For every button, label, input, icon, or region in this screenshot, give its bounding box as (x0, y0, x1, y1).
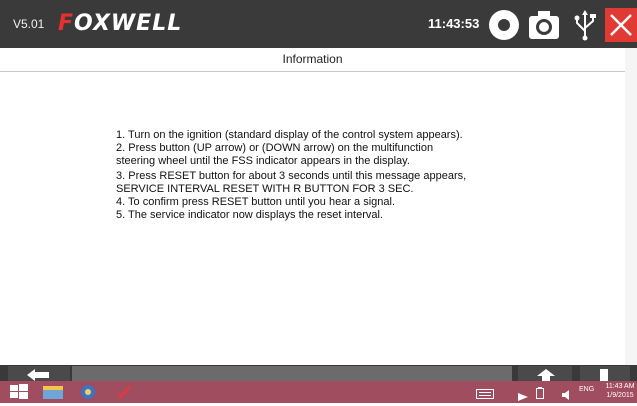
instructions-text: 1. Turn on the ignition (standard displa… (116, 129, 471, 222)
title-row: Information (0, 48, 637, 72)
top-bar: V5.01 FOXWELL 11:43:53 (0, 0, 637, 48)
battery-icon[interactable] (536, 386, 544, 404)
clock: 11:43:53 (428, 16, 480, 31)
nav-spacer (72, 366, 512, 382)
taskbar-time: 11:43 AM (605, 383, 635, 390)
language-indicator[interactable]: ENG (579, 386, 594, 393)
instruction-step: 3. Press RESET button for about 3 second… (116, 170, 467, 195)
brand-logo: FOXWELL (58, 11, 183, 36)
instruction-step: 4. To confirm press RESET button until y… (116, 196, 396, 208)
taskbar-clock[interactable]: 11:43 AM 1/9/2015 (603, 382, 637, 400)
usb-icon[interactable] (572, 9, 598, 41)
instruction-step: 5. The service indicator now displays th… (116, 209, 383, 221)
windows-start-icon[interactable] (10, 384, 28, 405)
network-icon[interactable] (518, 388, 528, 406)
instruction-step: 1. Turn on the ignition (standard displa… (116, 129, 463, 141)
record-icon[interactable] (489, 10, 519, 40)
page-title: Information (282, 52, 343, 66)
camera-icon[interactable] (527, 9, 561, 41)
version-label: V5.01 (13, 17, 45, 31)
settings-app-icon[interactable] (78, 384, 98, 405)
explorer-icon[interactable] (42, 384, 64, 405)
volume-icon[interactable] (562, 387, 574, 405)
close-icon[interactable] (605, 8, 637, 42)
keyboard-icon[interactable] (476, 386, 494, 404)
pen-app-icon[interactable] (117, 384, 133, 405)
taskbar-date: 1/9/2015 (606, 392, 634, 399)
instruction-step: 2. Press button (UP arrow) or (DOWN arro… (116, 142, 434, 167)
scrollbar[interactable] (625, 48, 637, 366)
